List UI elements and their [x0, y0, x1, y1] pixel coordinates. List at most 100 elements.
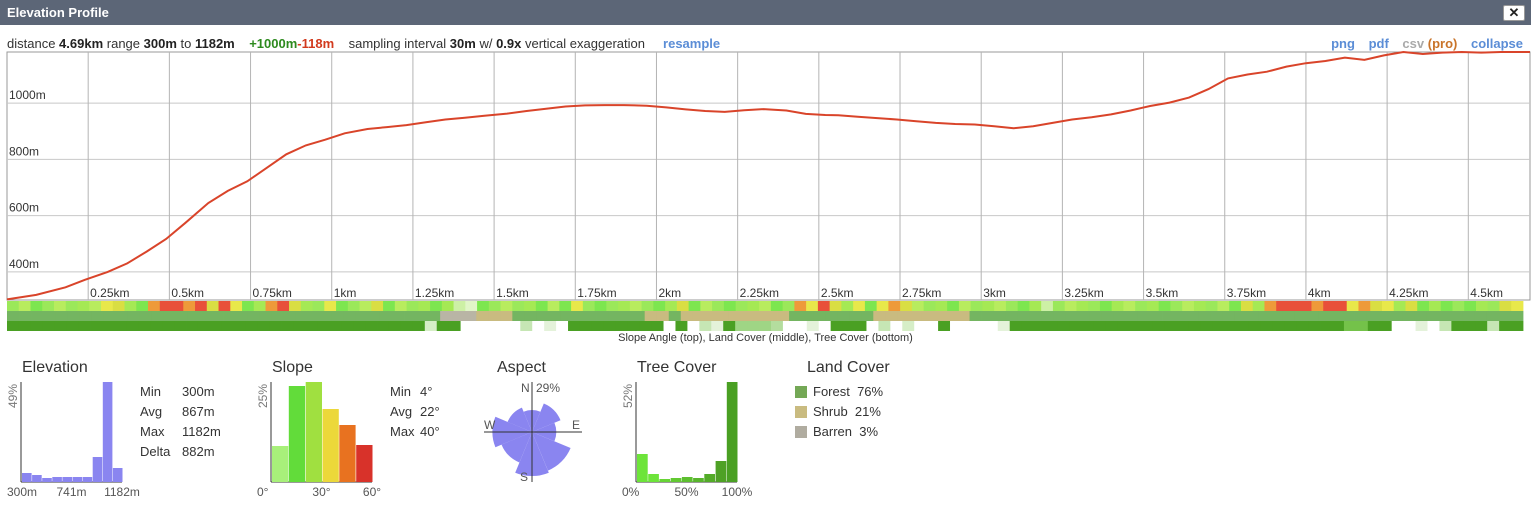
band-cell [632, 311, 646, 321]
land-cover-swatch [795, 426, 807, 438]
elevation-gain: +1000m [249, 36, 298, 51]
band-cell [91, 311, 104, 321]
histogram-bar [693, 478, 704, 482]
stat-row: Min 300m [140, 382, 221, 402]
band-cell [1065, 311, 1079, 321]
land-cover-item: Shrub 21% [795, 402, 883, 422]
band-cell [582, 301, 595, 311]
band-cell [579, 321, 593, 331]
band-cell [747, 321, 760, 331]
band-cell [740, 311, 754, 321]
band-cell [1200, 321, 1214, 331]
band-cell [1045, 321, 1058, 331]
band-cell [247, 311, 261, 321]
stat-value: 300m [182, 384, 215, 399]
y-tick-label: 1000m [9, 88, 46, 102]
stat-value: 867m [182, 404, 215, 419]
band-cell [289, 301, 302, 311]
band-cell [197, 321, 211, 331]
band-cell [1272, 321, 1285, 331]
x-tick-label: 1.25km [415, 286, 454, 300]
band-cell [484, 321, 497, 331]
band-cell [1069, 321, 1082, 331]
band-cell [825, 311, 838, 321]
band-cell [79, 311, 92, 321]
band-cell [1064, 301, 1077, 311]
profile-summary: distance 4.69km range 300m to 1182m +100… [7, 36, 720, 51]
band-cell [1041, 301, 1054, 311]
band-cell [615, 321, 629, 331]
csv-label: csv [1402, 36, 1425, 51]
band-cell [712, 301, 725, 311]
band-cell [476, 311, 489, 321]
band-cell [692, 311, 706, 321]
band-cell [472, 321, 485, 331]
collapse-link[interactable]: collapse [1471, 36, 1523, 51]
band-cell [512, 311, 525, 321]
band-cell [680, 311, 694, 321]
band-cell [1402, 311, 1416, 321]
pdf-link[interactable]: pdf [1369, 36, 1389, 51]
band-cell [1320, 321, 1333, 331]
band-cell [336, 301, 349, 311]
band-cell [1258, 311, 1271, 321]
band-cell [1510, 311, 1524, 321]
histogram-bar [704, 474, 715, 482]
band-cell [1033, 321, 1046, 331]
csv-link[interactable]: csv (pro) [1402, 36, 1457, 51]
band-cell [1135, 301, 1148, 311]
band-cell [854, 321, 867, 331]
land-cover-legend: Forest 76% Shrub 21% Barren 3% [795, 382, 883, 442]
close-button[interactable]: ✕ [1503, 5, 1525, 21]
stat-label: Max [140, 424, 165, 439]
band-cell [723, 321, 736, 331]
band-cell [1358, 301, 1371, 311]
stat-value: 1182m [182, 424, 221, 439]
stat-row: Avg 867m [140, 402, 221, 422]
band-cell [938, 321, 951, 331]
band-cell [911, 301, 925, 311]
x-tick-label: 3km [983, 286, 1006, 300]
band-cell [150, 321, 163, 331]
band-cell [171, 301, 184, 311]
band-cell [67, 311, 80, 321]
band-cell [801, 311, 814, 321]
band-cell [404, 311, 417, 321]
elevation-profile-chart[interactable]: 400m 600m 800m 1000m 0.25km 0.5km 0.75km 1km 1.… [0, 50, 1531, 332]
band-cell [1311, 301, 1324, 311]
resample-link[interactable]: resample [663, 36, 720, 51]
band-cell [728, 311, 742, 321]
band-cell [1511, 321, 1524, 331]
band-cell [460, 321, 473, 331]
band-cell [1210, 311, 1223, 321]
band-cell [789, 311, 802, 321]
histogram-y-max-label: 52% [621, 384, 635, 408]
histogram-x-min-label: 0° [257, 485, 269, 499]
band-cell [829, 301, 842, 311]
png-link[interactable]: png [1331, 36, 1355, 51]
histogram-bar [726, 382, 738, 482]
histogram-bar [92, 457, 103, 482]
band-cell [1105, 321, 1118, 331]
band-cell [257, 321, 271, 331]
band-cell [162, 321, 175, 331]
band-cell [430, 301, 443, 311]
band-cell [1511, 301, 1524, 311]
exaggeration-label: vertical exaggeration [525, 36, 645, 51]
band-cell [269, 321, 282, 331]
band-cell [488, 311, 501, 321]
band-cell [305, 321, 318, 331]
stat-label: Avg [140, 404, 163, 419]
band-cell [716, 311, 730, 321]
band-cell [1346, 301, 1359, 311]
band-cell [830, 321, 843, 331]
distance-label: distance [7, 36, 56, 51]
band-cell [639, 321, 652, 331]
band-cell [424, 321, 438, 331]
band-cell [1053, 311, 1067, 321]
band-cell [1123, 301, 1136, 311]
band-cell [584, 311, 597, 321]
band-cell [1486, 311, 1500, 321]
band-cell [1176, 321, 1190, 331]
band-cell [1294, 311, 1307, 321]
